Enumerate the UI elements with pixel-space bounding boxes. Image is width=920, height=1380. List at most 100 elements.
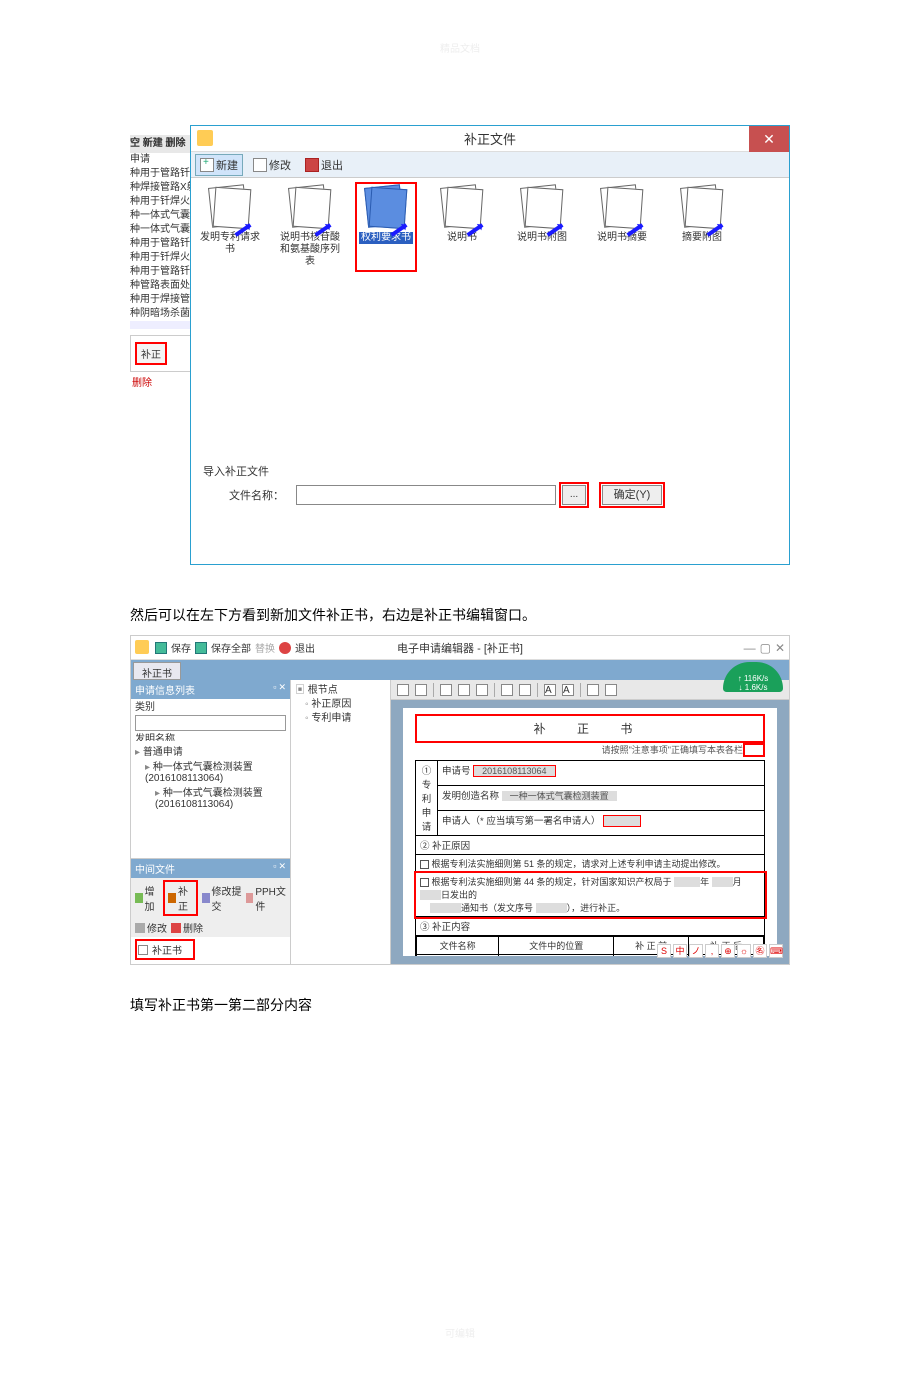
screenshot-editor: 保存 保存全部 替换 退出 电子申请编辑器 - [补正书] —▢✕ ↑ 116K… (130, 635, 790, 965)
exit-button[interactable]: 退出 (301, 155, 347, 175)
ime-skin-icon[interactable]: ☼ (737, 944, 751, 958)
browse-button[interactable]: ... (562, 485, 586, 505)
checkbox-44[interactable] (420, 878, 429, 887)
app-icon (135, 640, 149, 654)
rule51-text: 根据专利法实施细则第 51 条的规定，请求对上述专利申请主动提出修改。 (432, 859, 726, 869)
pph-button[interactable]: PPH文件 (246, 883, 286, 913)
add-button[interactable]: 增加 (135, 883, 159, 913)
ime-keyboard-icon[interactable]: ⌨ (769, 944, 783, 958)
ime-punct-icon[interactable]: ノ (689, 944, 703, 958)
file-row-correction[interactable]: 补正书 (135, 939, 195, 960)
midfile-header: 中间文件 (135, 861, 175, 876)
print-icon[interactable] (605, 684, 617, 696)
doc-type-item[interactable]: 说明书摘要 (591, 186, 653, 268)
edit-button[interactable]: 修改 (249, 155, 295, 175)
category-label: 类别 (135, 701, 286, 715)
category-select[interactable] (135, 715, 286, 731)
filter-fields: 类别 发明名称 申请号 搜索 清空 新建 删除 (131, 699, 290, 741)
ok-button[interactable]: 确定(Y) (602, 485, 662, 505)
invention-name-value[interactable]: 一种一体式气囊检测装置 (502, 791, 617, 801)
a-icon[interactable]: A (544, 684, 556, 696)
split-icon[interactable] (519, 684, 531, 696)
mid-file-panel: 中间文件 ▫✕ 增加 补正 修改提交 PPH文件 修改 删除 补正书 (131, 858, 290, 964)
document-type-grid: 发明专利请求书 说明书核苷酸和氨基酸序列表 权利要求书 说明书 说明书附图 (191, 178, 789, 468)
month-field[interactable] (712, 877, 733, 887)
pin-icon[interactable]: ▫ (273, 682, 276, 697)
zoom-icon[interactable] (587, 684, 599, 696)
delete-button[interactable]: 删除 (171, 920, 203, 935)
edit-button[interactable]: 修改 (135, 920, 167, 935)
instruction-text-1: 然后可以在左下方看到新加文件补正书，右边是补正书编辑窗口。 (130, 605, 790, 625)
applicant-label: 申请人（* 应当填写第一署名申请人） (442, 816, 600, 827)
modify-button[interactable]: 修改提交 (202, 883, 242, 913)
ime-toolbar[interactable]: S 中 ノ , ⊕ ☼ ㊔ ⌨ (657, 944, 783, 958)
applicant-value[interactable] (603, 815, 641, 827)
editor-title: 电子申请编辑器 - [补正书] (397, 640, 523, 656)
document-icon (682, 186, 722, 230)
col-filename: 文件名称 (417, 937, 499, 955)
checkbox-51[interactable] (420, 860, 429, 869)
document-page[interactable]: 补 正 书 请按照"注意事项"正确填写本表各栏 ①专利申请 申请号 201610… (403, 708, 777, 956)
document-icon (442, 186, 482, 230)
doc-type-label: 说明书附图 (517, 232, 567, 244)
filename-input[interactable] (296, 485, 556, 505)
instruction-text-2: 填写补正书第一第二部分内容 (130, 995, 790, 1015)
doc-type-item[interactable]: 说明书附图 (511, 186, 573, 268)
dialog-title: 补正文件 (464, 129, 516, 148)
doc-type-label: 说明书核苷酸和氨基酸序列表 (279, 232, 341, 268)
doc-type-label: 发明专利请求书 (199, 232, 261, 256)
tree-node: 专利申请 (295, 712, 386, 726)
name-label: 发明名称 (135, 733, 286, 741)
tree-app: 种一体式气囊检测装置(2016108113064) (135, 758, 286, 784)
ime-sogou-icon[interactable]: S (657, 944, 671, 958)
replace-button[interactable]: 替换 (255, 640, 275, 655)
tree-root: 普通申请 (135, 743, 286, 758)
tree-node: 补正原因 (295, 698, 386, 712)
year-field[interactable] (674, 877, 700, 887)
new-button[interactable]: 新建 (195, 154, 243, 176)
tab-correction[interactable]: 补正书 (133, 662, 181, 680)
fix-button[interactable]: 补正 (163, 880, 197, 916)
doc-type-item-selected[interactable]: 权利要求书 (355, 182, 417, 272)
close-icon[interactable]: ✕ (278, 861, 286, 876)
doc-type-item[interactable]: 说明书 (431, 186, 493, 268)
doc-type-item[interactable]: 摘要附图 (671, 186, 733, 268)
saveall-button[interactable]: 保存全部 (211, 640, 251, 655)
close-icon[interactable]: ✕ (278, 682, 286, 697)
btn-delete[interactable]: 删除 (132, 378, 152, 389)
exit-button[interactable]: 退出 (295, 640, 315, 655)
day-field[interactable] (420, 890, 441, 900)
appnum-value[interactable]: 2016108113064 (473, 765, 555, 777)
application-tree[interactable]: 普通申请 种一体式气囊检测装置(2016108113064) 种一体式气囊检测装… (131, 741, 290, 858)
redo-icon[interactable] (415, 684, 427, 696)
ime-logo-icon[interactable]: ㊔ (753, 944, 767, 958)
document-icon (290, 186, 330, 230)
doc-type-item[interactable]: 发明专利请求书 (199, 186, 261, 268)
save-button[interactable]: 保存 (171, 640, 191, 655)
doc-type-item[interactable]: 说明书核苷酸和氨基酸序列表 (279, 186, 341, 268)
docno-field[interactable] (536, 903, 567, 913)
checkbox-icon[interactable] (138, 945, 148, 955)
structure-tree[interactable]: 根节点 补正原因 专利申请 (291, 680, 391, 964)
paste-icon[interactable] (476, 684, 488, 696)
a2-icon[interactable]: A (562, 684, 574, 696)
document-icon (602, 186, 642, 230)
appnum-label: 申请号 (442, 766, 471, 777)
cut-icon[interactable] (440, 684, 452, 696)
window-controls[interactable]: —▢✕ (744, 641, 785, 655)
ime-comma-icon[interactable]: , (705, 944, 719, 958)
ime-add-icon[interactable]: ⊕ (721, 944, 735, 958)
btn-buzheng[interactable]: 补正 (135, 342, 167, 365)
pin-icon[interactable]: ▫ (273, 861, 276, 876)
filename-label: 文件名称： (199, 487, 290, 503)
ime-lang-icon[interactable]: 中 (673, 944, 687, 958)
doc-type-label: 权利要求书 (359, 232, 413, 244)
import-legend: 导入补正文件 (199, 463, 781, 479)
correction-file-dialog: 补正文件 ✕ 新建 修改 退出 发明专利请求书 说明书核苷酸和氨基酸序列表 (190, 125, 790, 565)
copy-icon[interactable] (458, 684, 470, 696)
page: 空 新建 删除 申请 种用于管路钎焊 种焊接管路X射 种用于钎焊火炬 种一体式气… (0, 75, 920, 1125)
close-icon[interactable]: ✕ (749, 126, 789, 152)
table-icon[interactable] (501, 684, 513, 696)
notice-field[interactable] (430, 903, 461, 913)
undo-icon[interactable] (397, 684, 409, 696)
